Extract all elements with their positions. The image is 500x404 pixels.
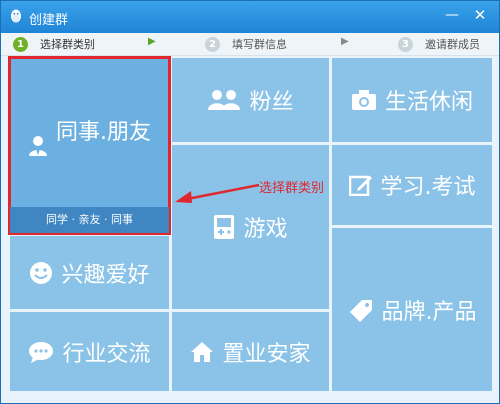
- category-label: 行业交流: [62, 341, 151, 367]
- step-label: 邀请群成员: [425, 38, 480, 51]
- category-label: 游戏: [243, 217, 288, 242]
- annotation-text: 选择群类别: [259, 181, 325, 196]
- step-label: 选择群类别: [40, 38, 95, 51]
- category-grid: 同事.朋友 同学 · 亲友 · 同事 粉丝 生活休闲 游戏 学习.考试 兴趣爱好…: [8, 56, 492, 398]
- category-games-tile[interactable]: 游戏: [172, 145, 329, 309]
- step-number: 1: [13, 36, 28, 52]
- create-group-window: 创建群 — ✕ 1 选择群类别 ▶ 2 填写群信息 ▶ 3 邀请群成员 同事.朋…: [0, 0, 500, 404]
- category-hobby-tile[interactable]: 兴趣爱好: [10, 236, 169, 309]
- chat-bubble-icon: [29, 341, 54, 363]
- person-icon: [29, 135, 47, 156]
- category-fans-tile[interactable]: 粉丝: [172, 58, 329, 142]
- category-study-tile[interactable]: 学习.考试: [332, 145, 492, 225]
- step-number: 2: [205, 36, 220, 52]
- category-life-tile[interactable]: 生活休闲: [332, 58, 492, 142]
- category-label: 学习.考试: [380, 175, 476, 200]
- wizard-steps: 1 选择群类别 ▶ 2 填写群信息 ▶ 3 邀请群成员: [1, 33, 499, 56]
- annotation-arrow-icon: [175, 183, 260, 203]
- category-home-tile[interactable]: 置业安家: [172, 312, 329, 391]
- category-label: 兴趣爱好: [61, 262, 150, 288]
- minimize-button[interactable]: —: [441, 5, 463, 25]
- people-icon: [208, 90, 241, 110]
- category-industry-tile[interactable]: 行业交流: [10, 312, 169, 391]
- house-icon: [191, 341, 214, 362]
- step-label: 填写群信息: [232, 38, 287, 51]
- window-title: 创建群: [29, 13, 69, 28]
- camera-icon: [351, 90, 376, 110]
- category-subtitle: 同学 · 亲友 · 同事: [10, 207, 169, 233]
- close-button[interactable]: ✕: [469, 5, 491, 25]
- step-1: 1 选择群类别: [13, 36, 95, 52]
- step-2: 2 填写群信息: [205, 36, 287, 52]
- tag-icon: [349, 299, 372, 322]
- category-label: 生活休闲: [384, 90, 473, 115]
- step-number: 3: [398, 36, 413, 52]
- step-3: 3 邀请群成员: [398, 36, 480, 52]
- category-label: 同事.朋友: [56, 119, 151, 145]
- qq-penguin-icon: [11, 9, 21, 23]
- category-label: 品牌.产品: [381, 299, 477, 325]
- category-label: 置业安家: [222, 341, 311, 367]
- category-friends-tile[interactable]: 同事.朋友 同学 · 亲友 · 同事: [8, 56, 171, 235]
- title-bar[interactable]: 创建群 — ✕: [1, 1, 499, 33]
- step-arrow-icon: ▶: [341, 36, 349, 47]
- gamepad-icon: [214, 215, 235, 239]
- category-brand-tile[interactable]: 品牌.产品: [332, 228, 492, 391]
- category-label: 粉丝: [249, 90, 294, 115]
- smile-icon: [30, 261, 53, 284]
- step-arrow-icon: ▶: [148, 36, 156, 47]
- edit-icon: [348, 175, 372, 196]
